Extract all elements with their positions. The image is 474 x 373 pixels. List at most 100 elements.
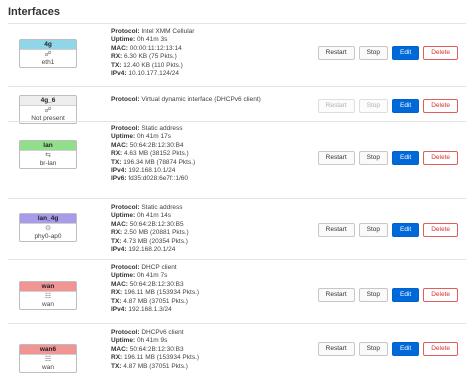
edit-button[interactable]: Edit bbox=[392, 46, 420, 60]
interface-row: lan_4g ⊙ phy0-ap0 Protocol: Static address U… bbox=[8, 198, 466, 260]
stop-button[interactable]: Stop bbox=[358, 151, 388, 165]
interface-device: phy0-ap0 bbox=[34, 233, 62, 240]
detail-label: TX: bbox=[111, 237, 122, 245]
detail-value: 00:00:11:12:13:14 bbox=[127, 44, 182, 52]
detail-value: 2.50 MB (20881 Pkts.) bbox=[122, 229, 189, 237]
detail-label: Uptime: bbox=[111, 36, 136, 44]
detail-line: MAC: 50:64:2B:12:30:B5 bbox=[111, 221, 189, 229]
detail-value: fd35:d028:6e7f::1/60 bbox=[126, 175, 188, 183]
detail-value: Virtual dynamic interface (DHCPv6 client… bbox=[139, 96, 261, 103]
interface-badge: lan_4g ⊙ phy0-ap0 bbox=[19, 213, 77, 242]
stop-button[interactable]: Stop bbox=[358, 46, 388, 60]
interface-row: 4g_6 ☍ Not present Protocol: Virtual dynami… bbox=[8, 86, 466, 124]
detail-label: TX: bbox=[111, 297, 122, 305]
detail-value: 0h 41m 14s bbox=[135, 212, 171, 220]
detail-value: 196.11 MB (153934 Pkts.) bbox=[122, 289, 200, 297]
detail-label: Protocol: bbox=[111, 28, 140, 35]
detail-value: 192.168.10.1/24 bbox=[126, 167, 176, 175]
detail-line: Uptime: 0h 41m 14s bbox=[111, 212, 189, 220]
detail-value: 50:64:2B:12:30:B3 bbox=[127, 345, 184, 353]
delete-button[interactable]: Delete bbox=[423, 46, 458, 60]
stop-button[interactable]: Stop bbox=[358, 342, 388, 356]
detail-value: DHCP client bbox=[139, 264, 177, 271]
interface-badge: wan ☷ wan bbox=[19, 281, 77, 310]
detail-value: 6.30 KB (75 Pkts.) bbox=[122, 53, 177, 61]
edit-button[interactable]: Edit bbox=[392, 223, 420, 237]
detail-value: Intel XMM Cellular bbox=[139, 28, 195, 35]
detail-value: 196.34 MB (78874 Pkts.) bbox=[121, 158, 196, 166]
interface-name: 4g bbox=[20, 40, 76, 50]
delete-button[interactable]: Delete bbox=[423, 342, 458, 356]
interface-name: lan bbox=[20, 141, 76, 151]
detail-line: MAC: 00:00:11:12:13:14 bbox=[111, 45, 194, 53]
delete-button[interactable]: Delete bbox=[423, 223, 458, 237]
detail-line: Uptime: 0h 41m 9s bbox=[111, 337, 199, 345]
delete-button[interactable]: Delete bbox=[423, 151, 458, 165]
edit-button[interactable]: Edit bbox=[392, 99, 420, 113]
detail-line: Protocol: Static address bbox=[111, 125, 195, 133]
interface-badge: 4g_6 ☍ Not present bbox=[19, 95, 77, 124]
edit-button[interactable]: Edit bbox=[392, 151, 420, 165]
detail-line: IPv4: 192.168.1.3/24 bbox=[111, 306, 199, 314]
interface-row: wan6 ☷ wan Protocol: DHCPv6 client Uptime: 0… bbox=[8, 323, 466, 373]
detail-line: MAC: 50:64:2B:12:30:B4 bbox=[111, 142, 195, 150]
detail-label: Uptime: bbox=[111, 337, 136, 345]
detail-value: 4.87 MB (37051 Pkts.) bbox=[121, 362, 188, 370]
restart-button[interactable]: Restart bbox=[317, 46, 355, 60]
interface-badge: 4g ☍ eth1 bbox=[19, 39, 77, 68]
interface-badge: lan ⇆ br-lan bbox=[19, 140, 77, 169]
detail-label: IPv4: bbox=[111, 70, 127, 78]
detail-line: RX: 4.63 MB (38152 Pkts.) bbox=[111, 150, 195, 158]
delete-button[interactable]: Delete bbox=[423, 99, 458, 113]
interface-name: wan6 bbox=[20, 345, 76, 355]
cellular-icon: ☍ bbox=[44, 51, 52, 58]
detail-value: 0h 41m 3s bbox=[135, 36, 168, 44]
detail-line: TX: 4.73 MB (20354 Pkts.) bbox=[111, 238, 189, 246]
detail-line: Uptime: 0h 41m 7s bbox=[111, 272, 199, 280]
detail-line: Protocol: DHCPv6 client bbox=[111, 329, 199, 337]
interface-actions: Restart Stop Edit Delete bbox=[317, 223, 458, 237]
interface-details: Protocol: DHCP client Uptime: 0h 41m 7s MA… bbox=[111, 264, 199, 314]
bridge-icon: ⇆ bbox=[45, 152, 51, 159]
interface-badge: wan6 ☷ wan bbox=[19, 344, 77, 373]
detail-label: MAC: bbox=[111, 141, 128, 149]
restart-button[interactable]: Restart bbox=[317, 342, 355, 356]
interface-details: Protocol: DHCPv6 client Uptime: 0h 41m 9s… bbox=[111, 329, 199, 371]
edit-button[interactable]: Edit bbox=[392, 288, 420, 302]
stop-button[interactable]: Stop bbox=[358, 223, 388, 237]
detail-label: MAC: bbox=[111, 220, 128, 228]
detail-line: Protocol: Virtual dynamic interface (DHC… bbox=[111, 96, 261, 104]
detail-value: 4.73 MB (20354 Pkts.) bbox=[121, 237, 188, 245]
interface-details: Protocol: Static address Uptime: 0h 41m 1… bbox=[111, 204, 189, 254]
detail-line: TX: 12.40 KB (110 Pkts.) bbox=[111, 62, 194, 70]
detail-value: 4.87 MB (37051 Pkts.) bbox=[121, 297, 188, 305]
detail-label: RX: bbox=[111, 229, 123, 237]
delete-button[interactable]: Delete bbox=[423, 288, 458, 302]
detail-label: IPv4: bbox=[111, 306, 127, 314]
interface-row: wan ☷ wan Protocol: DHCP client Uptime: 0h 4… bbox=[8, 259, 466, 324]
detail-value: 4.63 MB (38152 Pkts.) bbox=[122, 150, 189, 158]
stop-button[interactable]: Stop bbox=[358, 288, 388, 302]
interface-actions: Restart Stop Edit Delete bbox=[317, 46, 458, 60]
detail-line: RX: 196.11 MB (153934 Pkts.) bbox=[111, 289, 199, 297]
detail-label: IPv6: bbox=[111, 175, 127, 183]
detail-label: Protocol: bbox=[111, 96, 140, 103]
detail-label: RX: bbox=[111, 289, 123, 297]
wireless-icon: ⊙ bbox=[45, 225, 51, 232]
detail-value: 196.11 MB (153934 Pkts.) bbox=[122, 354, 200, 362]
restart-button[interactable]: Restart bbox=[317, 151, 355, 165]
interfaces-page: Interfaces 4g ☍ eth1 Protocol: Intel XMM Ce… bbox=[0, 0, 474, 373]
edit-button[interactable]: Edit bbox=[392, 342, 420, 356]
restart-button[interactable]: Restart bbox=[317, 288, 355, 302]
detail-label: MAC: bbox=[111, 44, 128, 52]
detail-label: Protocol: bbox=[111, 204, 140, 211]
detail-line: MAC: 50:64:2B:12:30:B3 bbox=[111, 281, 199, 289]
detail-label: TX: bbox=[111, 158, 122, 166]
detail-value: Static address bbox=[139, 125, 183, 132]
detail-label: MAC: bbox=[111, 280, 128, 288]
interface-name: 4g_6 bbox=[20, 96, 76, 106]
detail-line: MAC: 50:64:2B:12:30:B3 bbox=[111, 346, 199, 354]
detail-line: Protocol: Static address bbox=[111, 204, 189, 212]
detail-label: Protocol: bbox=[111, 329, 140, 336]
restart-button[interactable]: Restart bbox=[317, 223, 355, 237]
